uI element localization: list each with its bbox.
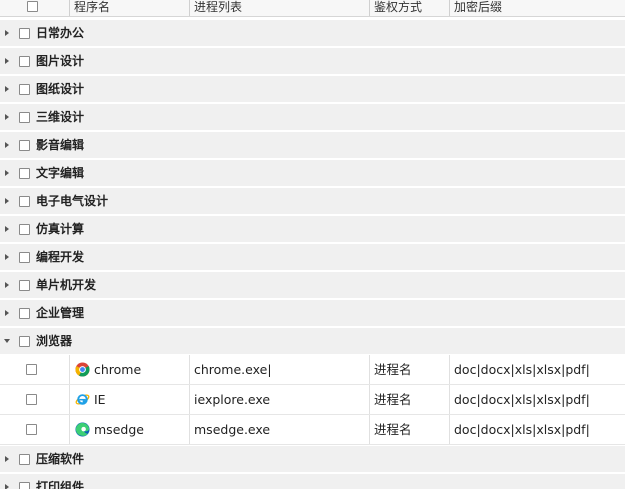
table-header: 程序名 进程列表 鉴权方式 加密后缀 [0, 0, 625, 17]
table-row[interactable]: chrome chrome.exe| 进程名 doc|docx|xls|xlsx… [0, 355, 625, 385]
row-checkbox[interactable] [26, 364, 37, 375]
group-checkbox[interactable] [19, 252, 30, 263]
group-label: 电子电气设计 [36, 194, 109, 208]
auth-method-cell[interactable]: 进程名 [374, 355, 412, 384]
expand-arrow-icon[interactable] [5, 114, 9, 120]
group-label: 文字编辑 [36, 166, 85, 180]
group-checkbox[interactable] [19, 336, 30, 347]
group-label: 仿真计算 [36, 222, 85, 236]
group-label: 影音编辑 [36, 138, 85, 152]
column-divider[interactable] [369, 0, 370, 16]
auth-method-cell[interactable]: 进程名 [374, 385, 412, 414]
process-list-cell[interactable]: msedge.exe [194, 415, 270, 444]
program-name: msedge [94, 422, 144, 437]
encrypt-suffix-cell[interactable]: doc|docx|xls|xlsx|pdf| [454, 385, 590, 414]
expand-arrow-icon[interactable] [5, 310, 9, 316]
group-row-browser[interactable]: 浏览器 [0, 328, 625, 355]
group-row-media-editing[interactable]: 影音编辑 [0, 132, 625, 159]
expand-arrow-icon[interactable] [5, 456, 9, 462]
ie-icon [75, 394, 90, 405]
cell-divider [449, 385, 450, 414]
group-row-programming[interactable]: 编程开发 [0, 244, 625, 271]
expand-arrow-icon[interactable] [5, 58, 9, 64]
expand-arrow-icon[interactable] [5, 282, 9, 288]
expand-arrow-icon[interactable] [5, 142, 9, 148]
group-checkbox[interactable] [19, 280, 30, 291]
program-name: chrome [94, 362, 142, 377]
cell-divider [189, 385, 190, 414]
table-row[interactable]: msedge msedge.exe 进程名 doc|docx|xls|xlsx|… [0, 415, 625, 445]
group-row-3d-design[interactable]: 三维设计 [0, 104, 625, 131]
group-checkbox[interactable] [19, 112, 30, 123]
group-row-enterprise[interactable]: 企业管理 [0, 300, 625, 327]
group-label: 日常办公 [36, 26, 85, 40]
edge-icon [75, 422, 90, 437]
process-list-cell[interactable]: chrome.exe| [194, 355, 272, 384]
column-divider[interactable] [449, 0, 450, 16]
group-checkbox[interactable] [19, 454, 30, 465]
expand-arrow-icon[interactable] [5, 254, 9, 260]
group-checkbox[interactable] [19, 140, 30, 151]
row-checkbox[interactable] [26, 394, 37, 405]
encrypt-suffix-cell[interactable]: doc|docx|xls|xlsx|pdf| [454, 415, 590, 444]
expand-arrow-icon[interactable] [5, 198, 9, 204]
group-label: 图片设计 [36, 54, 85, 68]
column-header-auth[interactable]: 鉴权方式 [374, 0, 422, 16]
group-label: 浏览器 [36, 334, 73, 348]
group-label: 压缩软件 [36, 452, 85, 466]
program-name: IE [94, 392, 106, 407]
group-label: 编程开发 [36, 250, 85, 264]
table-row[interactable]: IE iexplore.exe 进程名 doc|docx|xls|xlsx|pd… [0, 385, 625, 415]
expand-arrow-icon[interactable] [5, 170, 9, 176]
group-row-office[interactable]: 日常办公 [0, 20, 625, 47]
group-checkbox[interactable] [19, 196, 30, 207]
group-checkbox[interactable] [19, 308, 30, 319]
column-header-process[interactable]: 进程列表 [194, 0, 242, 16]
group-row-electrical-design[interactable]: 电子电气设计 [0, 188, 625, 215]
cell-divider [369, 415, 370, 444]
expand-arrow-icon[interactable] [5, 226, 9, 232]
expand-arrow-icon[interactable] [5, 86, 9, 92]
group-row-simulation[interactable]: 仿真计算 [0, 216, 625, 243]
row-checkbox[interactable] [26, 424, 37, 435]
group-label: 企业管理 [36, 306, 85, 320]
cell-divider [449, 415, 450, 444]
expand-arrow-icon[interactable] [5, 484, 9, 489]
select-all-checkbox[interactable] [27, 1, 38, 12]
group-row-drawing-design[interactable]: 图纸设计 [0, 76, 625, 103]
cell-divider [189, 415, 190, 444]
group-checkbox[interactable] [19, 56, 30, 67]
group-row-print[interactable]: 打印组件 [0, 474, 625, 490]
cell-divider [69, 355, 70, 384]
auth-method-cell[interactable]: 进程名 [374, 415, 412, 444]
group-row-mcu-dev[interactable]: 单片机开发 [0, 272, 625, 299]
group-label: 打印组件 [36, 480, 85, 490]
chrome-icon [75, 362, 90, 377]
collapse-arrow-icon[interactable] [4, 339, 10, 343]
group-label: 三维设计 [36, 110, 85, 124]
encrypt-suffix-cell[interactable]: doc|docx|xls|xlsx|pdf| [454, 355, 590, 384]
group-row-image-design[interactable]: 图片设计 [0, 48, 625, 75]
group-checkbox[interactable] [19, 28, 30, 39]
cell-divider [69, 385, 70, 414]
group-checkbox[interactable] [19, 168, 30, 179]
cell-divider [69, 415, 70, 444]
cell-divider [369, 355, 370, 384]
column-header-suffix[interactable]: 加密后缀 [454, 0, 502, 16]
group-row-compression[interactable]: 压缩软件 [0, 446, 625, 473]
group-checkbox[interactable] [19, 224, 30, 235]
cell-divider [449, 355, 450, 384]
column-header-name[interactable]: 程序名 [74, 0, 110, 16]
group-row-text-editing[interactable]: 文字编辑 [0, 160, 625, 187]
expand-arrow-icon[interactable] [5, 30, 9, 36]
cell-divider [189, 355, 190, 384]
column-divider[interactable] [69, 0, 70, 16]
group-label: 图纸设计 [36, 82, 85, 96]
group-checkbox[interactable] [19, 84, 30, 95]
process-list-cell[interactable]: iexplore.exe [194, 385, 270, 414]
cell-divider [369, 385, 370, 414]
column-divider[interactable] [189, 0, 190, 16]
group-checkbox[interactable] [19, 482, 30, 489]
group-label: 单片机开发 [36, 278, 97, 292]
